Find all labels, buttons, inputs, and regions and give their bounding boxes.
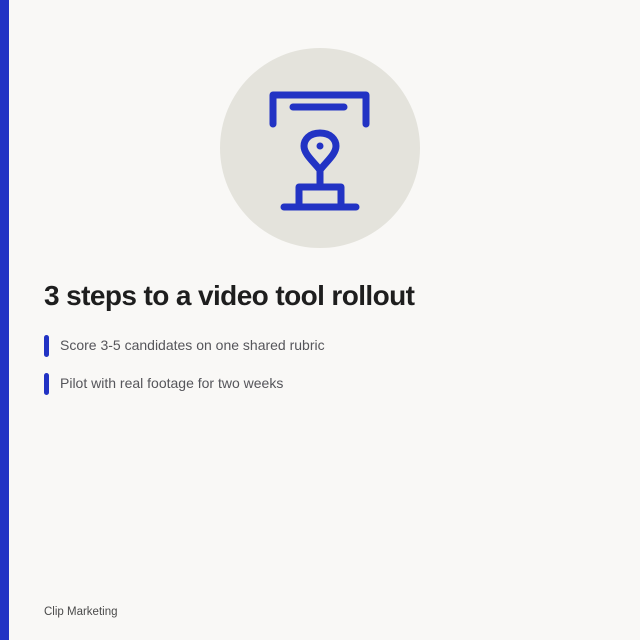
step-text: Score 3-5 candidates on one shared rubri… [60, 337, 325, 353]
step-text: Pilot with real footage for two weeks [60, 375, 284, 391]
slide-title: 3 steps to a video tool rollout [44, 280, 415, 311]
step-marker [44, 373, 49, 395]
footer-brand: Clip Marketing [44, 606, 118, 618]
step-marker [44, 335, 49, 357]
accent-bar [0, 0, 9, 640]
hero-circle [220, 48, 420, 248]
stand-icon [269, 91, 370, 211]
